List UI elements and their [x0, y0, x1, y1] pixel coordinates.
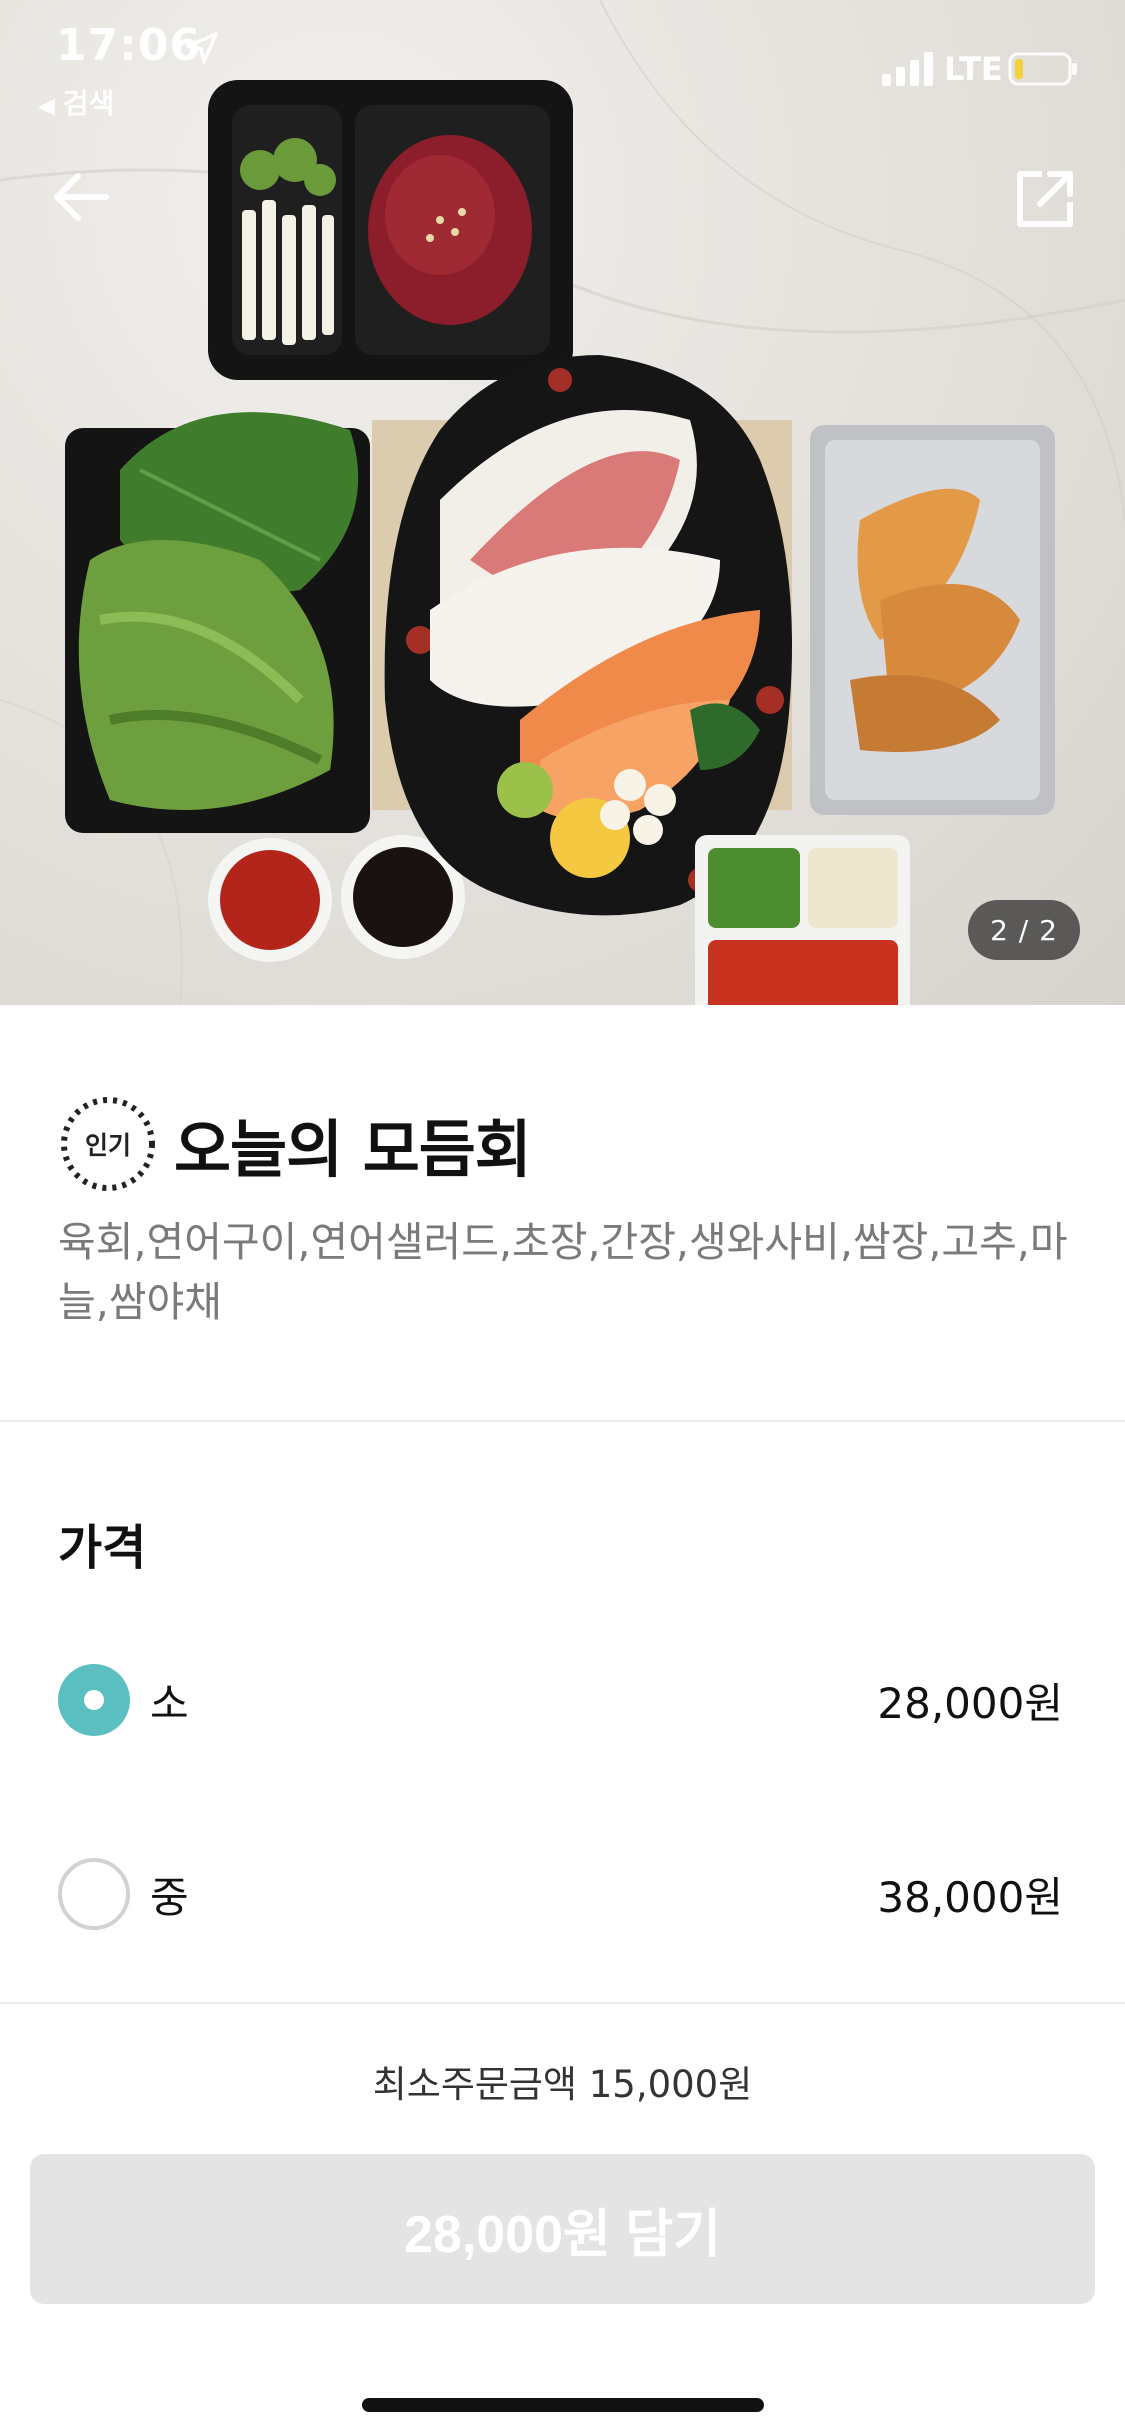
add-to-cart-button[interactable]: 28,000원 담기 [30, 2154, 1095, 2304]
minimum-order-text: 최소주문금액 15,000원 [372, 2063, 753, 2106]
price-heading: 가격 [58, 1520, 147, 1576]
popular-badge-label: 인기 [84, 1131, 131, 1160]
section-divider [0, 1420, 1125, 1422]
menu-title: 오늘의 모듬회 [174, 1113, 532, 1186]
back-to-app-link[interactable]: ◀ 검색 [38, 82, 114, 122]
price-option-medium[interactable]: 중 38,000원 [58, 1854, 1063, 1934]
back-triangle-icon: ◀ [38, 94, 55, 119]
option-price: 28,000원 [877, 1678, 1063, 1728]
location-arrow-icon [186, 32, 218, 64]
network-type: LTE [944, 50, 1003, 88]
popular-badge: 인기 [58, 1094, 158, 1194]
option-label: 중 [150, 1872, 189, 1922]
radio-button-unselected[interactable] [58, 1858, 130, 1930]
share-icon[interactable] [1012, 166, 1078, 232]
home-indicator[interactable] [362, 2398, 764, 2412]
back-arrow-icon[interactable] [50, 166, 112, 228]
page-indicator: 2 / 2 [968, 900, 1080, 960]
option-price: 38,000원 [877, 1872, 1063, 1922]
menu-title-row: 인기 오늘의 모듬회 [58, 1092, 532, 1196]
price-option-small[interactable]: 소 28,000원 [58, 1660, 1063, 1740]
back-app-label: 검색 [62, 87, 115, 120]
status-bar: 17:06 ◀ 검색 LTE [0, 0, 1125, 140]
cellular-signal-icon [882, 52, 933, 86]
status-time: 17:06 [56, 20, 202, 71]
menu-photo-carousel[interactable]: 17:06 ◀ 검색 LTE 2 / 2 [0, 0, 1125, 1005]
option-label: 소 [150, 1678, 189, 1728]
battery-icon [1008, 52, 1077, 86]
menu-food-photo [0, 0, 1125, 1005]
radio-button-selected[interactable] [58, 1664, 130, 1736]
menu-description: 육회,연어구이,연어샐러드,초장,간장,생와사비,쌈장,고추,마늘,쌈야채 [58, 1218, 1068, 1326]
footer-divider [0, 2002, 1125, 2004]
